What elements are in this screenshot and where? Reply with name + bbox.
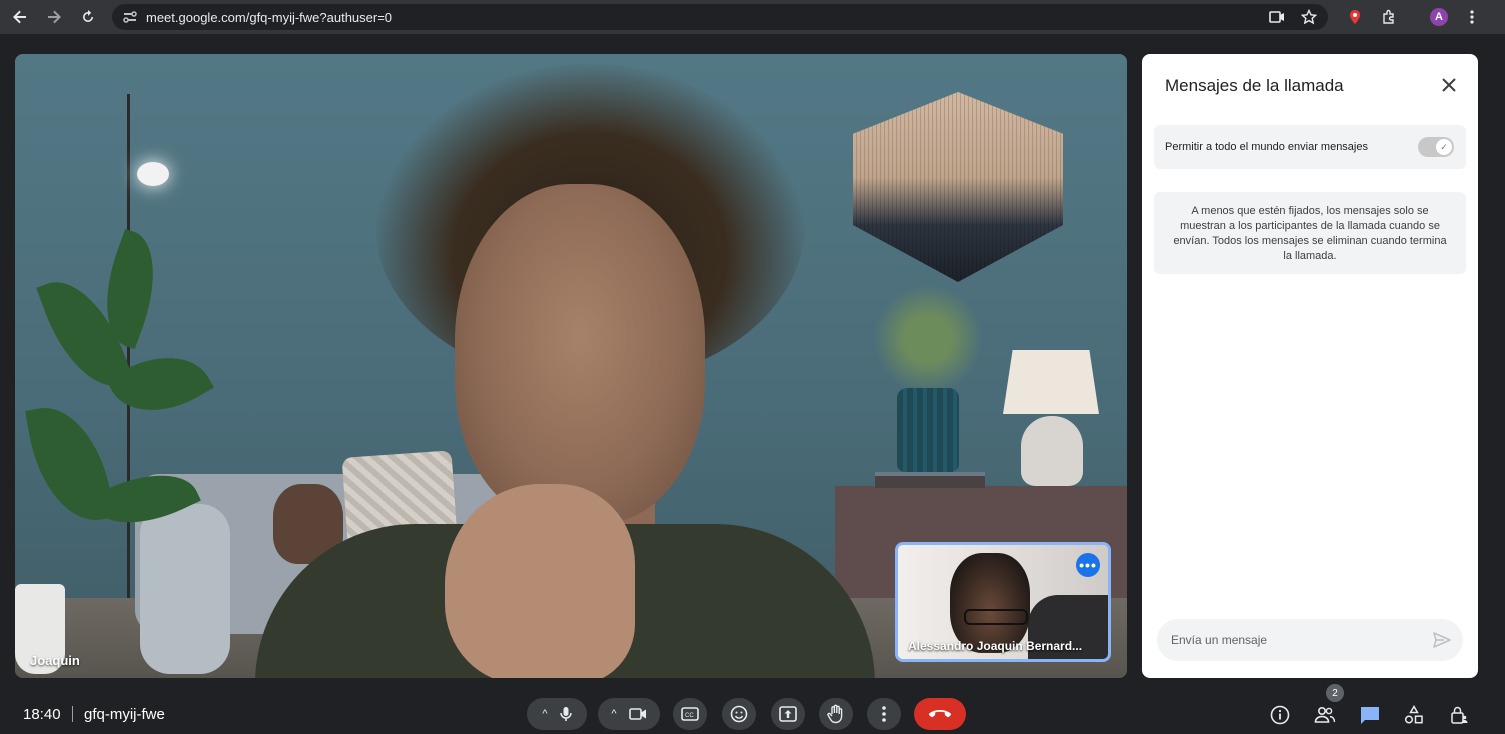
hang-up-icon [928, 710, 952, 718]
allow-messages-label: Permitir a todo el mundo enviar mensajes [1165, 141, 1368, 153]
camera-in-use-icon[interactable] [1268, 8, 1286, 26]
background-table-lamp-shade [1003, 350, 1099, 414]
extension-red-icon[interactable] [1344, 6, 1366, 28]
chat-info-notice: A menos que estén fijados, los mensajes … [1154, 192, 1466, 274]
participant-hand [445, 484, 635, 678]
svg-text:CC: CC [685, 713, 694, 719]
chevron-up-icon[interactable]: ^ [542, 708, 547, 720]
reactions-button[interactable] [722, 698, 756, 730]
participant-face [455, 184, 705, 524]
meeting-stage: Joaquin ••• Alessandro Joaquin Bernard..… [0, 34, 1505, 684]
back-arrow-icon[interactable] [9, 6, 31, 28]
hand-icon [827, 704, 843, 724]
activities-button[interactable] [1401, 702, 1427, 728]
activities-icon [1404, 705, 1423, 724]
background-tall-plant [25, 228, 215, 614]
more-vert-icon [882, 706, 886, 722]
info-icon [1270, 705, 1290, 725]
self-view-person [950, 553, 1030, 653]
background-lamp-light [137, 162, 169, 186]
background-table-lamp-base [1021, 416, 1083, 486]
meeting-toolbar: 18:40 gfq-myij-fwe ^ ^ CC 2 [0, 684, 1505, 734]
clock: 18:40 [23, 706, 61, 723]
divider [72, 706, 73, 722]
host-controls-button[interactable] [1446, 702, 1472, 728]
captions-icon: CC [681, 707, 699, 721]
bookmark-star-icon[interactable] [1300, 8, 1318, 26]
allow-messages-setting: Permitir a todo el mundo enviar mensajes… [1154, 125, 1466, 169]
background-small-plant [873, 284, 983, 394]
allow-messages-toggle[interactable]: ✓ [1418, 137, 1454, 157]
chat-panel-title: Mensajes de la llamada [1165, 76, 1344, 95]
more-options-button[interactable] [867, 698, 901, 730]
self-view-name: Alessandro Joaquin Bernard... [908, 639, 1083, 653]
self-view-tile[interactable]: ••• Alessandro Joaquin Bernard... [895, 542, 1111, 662]
site-settings-icon[interactable] [122, 9, 138, 25]
present-screen-icon [779, 706, 797, 722]
profile-initial: A [1430, 8, 1448, 26]
emoji-icon [730, 705, 748, 723]
close-icon[interactable] [1436, 72, 1462, 98]
chevron-up-icon[interactable]: ^ [611, 708, 616, 720]
chat-button[interactable] [1357, 702, 1383, 728]
message-input[interactable] [1171, 633, 1427, 647]
url-text[interactable]: meet.google.com/gfq-myij-fwe?authuser=0 [146, 10, 392, 25]
raise-hand-button[interactable] [819, 698, 853, 730]
browser-menu-icon[interactable] [1461, 6, 1483, 28]
more-options-icon[interactable]: ••• [1076, 553, 1100, 577]
meeting-details-button[interactable] [1267, 702, 1293, 728]
people-icon [1314, 706, 1336, 723]
check-icon: ✓ [1436, 139, 1452, 155]
camera-icon [628, 708, 646, 720]
background-teal-vase [897, 388, 959, 472]
lock-person-icon [1451, 706, 1468, 724]
send-icon[interactable] [1427, 625, 1457, 655]
main-participant-name: Joaquin [30, 653, 80, 668]
message-composer [1157, 619, 1463, 661]
reload-icon[interactable] [77, 6, 99, 28]
chat-panel: Mensajes de la llamada Permitir a todo e… [1142, 54, 1478, 678]
meeting-code: gfq-myij-fwe [84, 706, 165, 723]
extensions-puzzle-icon[interactable] [1378, 6, 1400, 28]
chat-icon [1361, 707, 1379, 724]
forward-arrow-icon[interactable] [43, 6, 65, 28]
participant-count-badge: 2 [1326, 684, 1344, 702]
self-view-glasses [964, 609, 1028, 625]
leave-call-button[interactable] [914, 698, 966, 730]
present-screen-button[interactable] [771, 698, 805, 730]
microphone-icon [559, 707, 572, 721]
browser-toolbar: meet.google.com/gfq-myij-fwe?authuser=0 … [0, 0, 1505, 34]
people-button[interactable] [1312, 702, 1338, 728]
captions-button[interactable]: CC [673, 698, 707, 730]
profile-avatar[interactable]: A [1428, 6, 1450, 28]
microphone-button[interactable]: ^ [527, 698, 587, 730]
camera-button[interactable]: ^ [598, 698, 660, 730]
address-bar[interactable]: meet.google.com/gfq-myij-fwe?authuser=0 [112, 4, 1328, 30]
background-books [875, 472, 985, 488]
